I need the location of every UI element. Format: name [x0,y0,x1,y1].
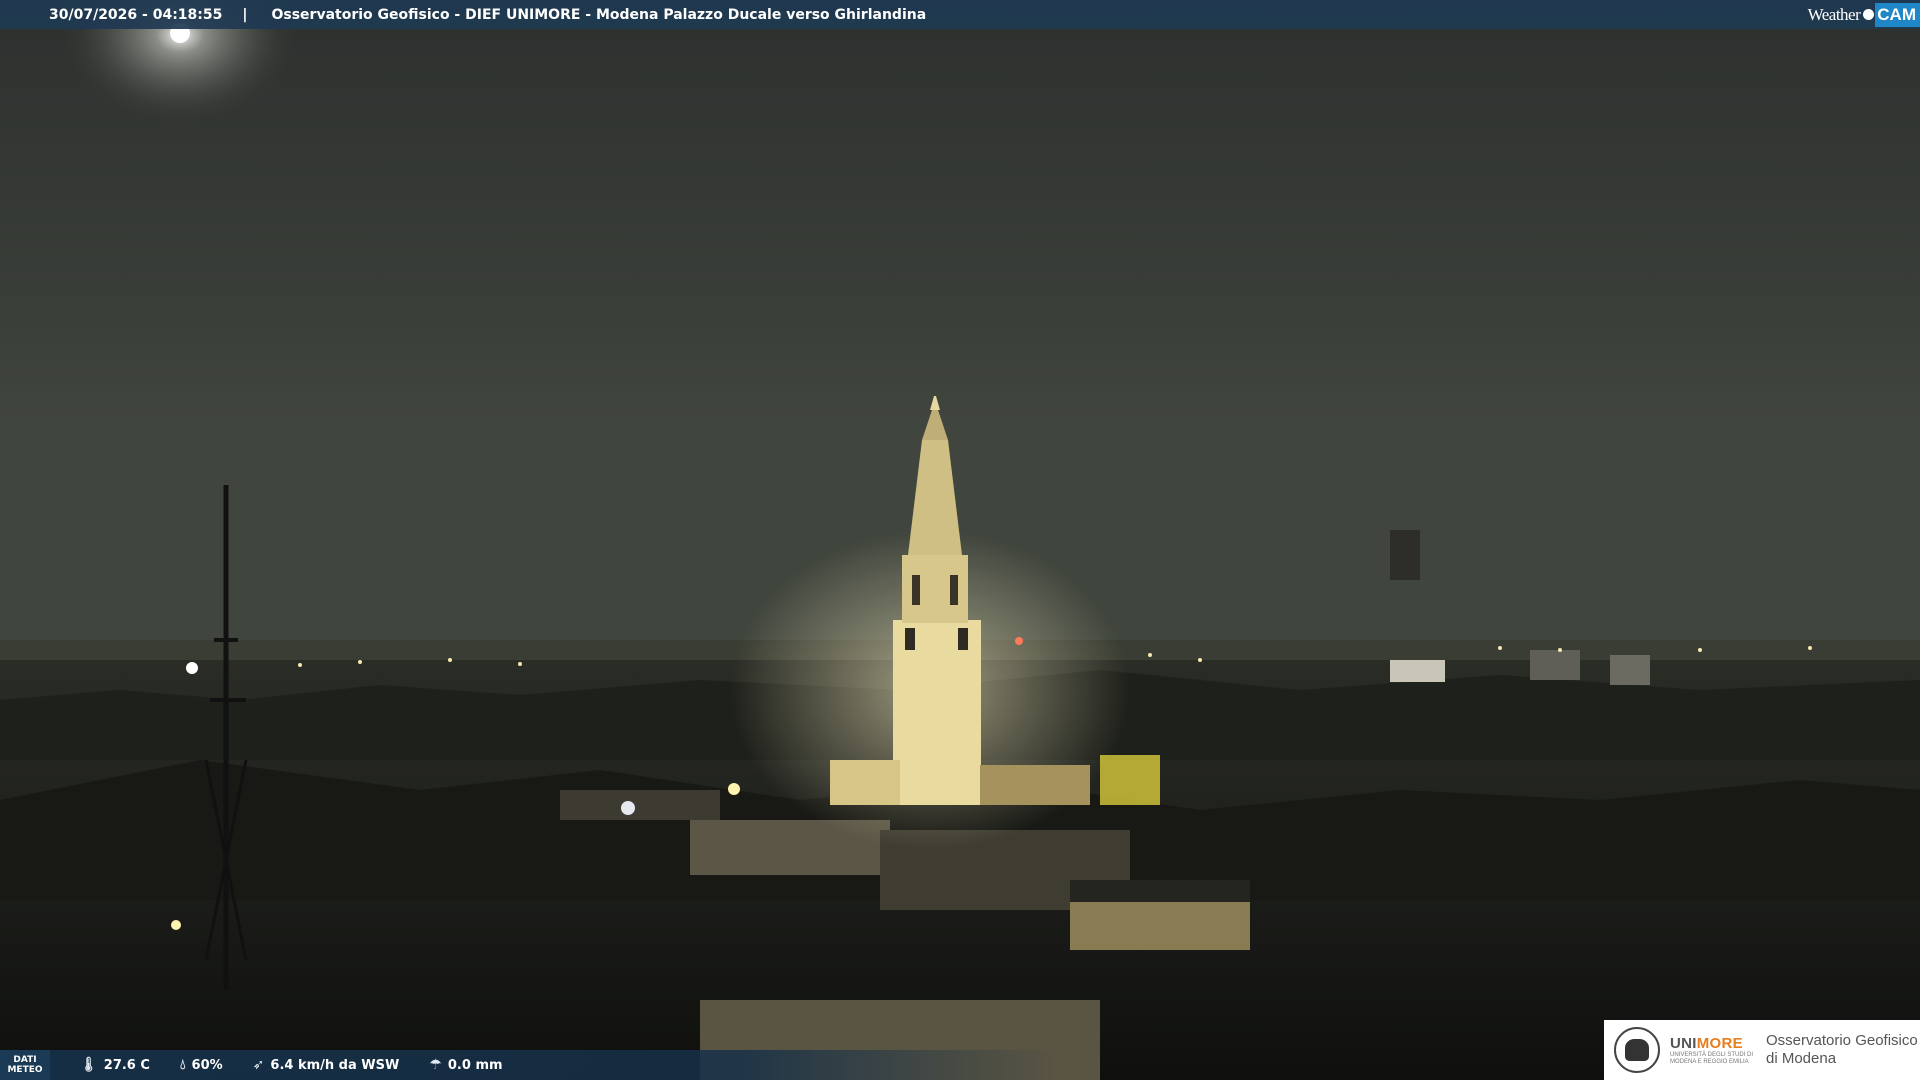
rain-gauge-icon: ☂︎ [429,1057,442,1073]
webcam-frame: 30/07/2026 - 04:18:55 | Osservatorio Geo… [0,0,1920,1080]
webcam-image [0,0,1920,1080]
temperature-reading: 🌡︎ 27.6 C [80,1057,150,1073]
weather-data-bar: DATI METEO 🌡︎ 27.6 C 💧︎ 60% ➶ 6.4 km/h d… [0,1050,1060,1080]
wind-value: 6.4 km/h da WSW [270,1057,400,1073]
unimore-name: UNIMORE [1670,1035,1754,1052]
observatory-name: Osservatorio Geofisico di Modena [1766,1032,1918,1068]
humidity-reading: 💧︎ 60% [180,1057,223,1073]
wind-reading: ➶ 6.4 km/h da WSW [253,1057,400,1073]
unimore-wordmark: UNIMORE UNIVERSITÀ DEGLI STUDI DI MODENA… [1670,1035,1754,1066]
wind-icon: ➶ [252,1057,265,1073]
uni-text: UNI [1670,1034,1697,1052]
weathercam-logo: Weather CAM [1808,0,1920,29]
dati-meteo-badge: DATI METEO [0,1050,50,1080]
unimore-subtitle: UNIVERSITÀ DEGLI STUDI DI MODENA E REGGI… [1670,1051,1754,1065]
brand-cam-text: CAM [1875,2,1920,27]
university-seal-icon [1614,1027,1660,1073]
timestamp: 30/07/2026 - 04:18:55 [49,6,223,23]
temperature-value: 27.6 C [103,1057,150,1073]
webcam-caption-bar: 30/07/2026 - 04:18:55 | Osservatorio Geo… [0,0,1920,29]
brand-weather-text: Weather [1807,4,1861,24]
unimore-logo-box: UNIMORE UNIVERSITÀ DEGLI STUDI DI MODENA… [1604,1020,1920,1080]
thermometer-icon: 🌡︎ [80,1057,98,1073]
brand-dot-icon [1863,9,1875,20]
observatory-line-2: di Modena [1766,1050,1837,1067]
badge-line-2: METEO [7,1065,43,1075]
caption-separator: | [242,6,248,23]
droplet-icon: 💧︎ [179,1057,186,1073]
observatory-line-1: Osservatorio Geofisico [1766,1032,1918,1049]
humidity-value: 60% [191,1057,223,1073]
badge-line-1: DATI [13,1055,37,1065]
rain-value: 0.0 mm [447,1057,503,1073]
more-text: MORE [1696,1034,1743,1052]
rain-reading: ☂︎ 0.0 mm [429,1057,502,1073]
camera-title: Osservatorio Geofisico - DIEF UNIMORE - … [271,6,927,23]
